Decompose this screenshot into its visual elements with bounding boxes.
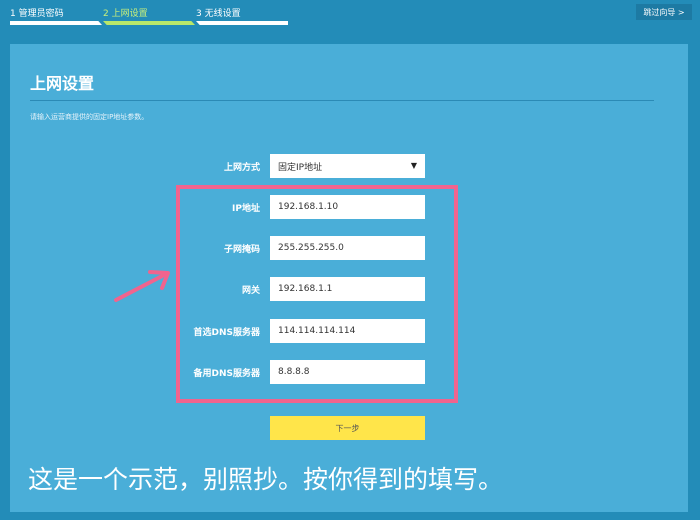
annotation-caption: 这是一个示范，别照抄。按你得到的填写。 <box>28 465 504 494</box>
mode-value: 固定IP地址 <box>278 162 323 173</box>
field-row: 备用DNS服务器 8.8.8.8 <box>10 360 688 384</box>
skip-wizard-button[interactable]: 跳过向导 > <box>636 4 692 20</box>
arrow-icon <box>114 270 170 302</box>
mode-row: 上网方式 固定IP地址 ▼ <box>10 154 688 178</box>
field-row: 子网掩码 255.255.255.0 <box>10 236 688 260</box>
divider <box>30 100 654 101</box>
step-3-bar <box>196 21 288 25</box>
primary-dns-input[interactable]: 114.114.114.114 <box>270 319 425 343</box>
ip-input[interactable]: 192.168.1.10 <box>270 195 425 219</box>
settings-panel: 上网设置 请输入运营商提供的固定IP地址参数。 上网方式 固定IP地址 ▼ IP地… <box>10 44 688 512</box>
ip-label: IP地址 <box>232 204 260 214</box>
mode-select[interactable]: 固定IP地址 ▼ <box>270 154 425 178</box>
step-3: 3 无线设置 <box>196 9 241 19</box>
gateway-input[interactable]: 192.168.1.1 <box>270 277 425 301</box>
next-button[interactable]: 下一步 <box>270 416 425 440</box>
step-1: 1 管理员密码 <box>10 9 64 19</box>
step-1-bar <box>10 21 102 25</box>
gateway-label: 网关 <box>241 286 260 296</box>
step-2-bar <box>103 21 195 25</box>
subnet-input[interactable]: 255.255.255.0 <box>270 236 425 260</box>
step-2: 2 上网设置 <box>103 9 148 19</box>
field-row: 首选DNS服务器 114.114.114.114 <box>10 319 688 343</box>
field-row: IP地址 192.168.1.10 <box>10 195 688 219</box>
subnet-label: 子网掩码 <box>223 245 260 255</box>
secondary-dns-label: 备用DNS服务器 <box>193 369 261 379</box>
dropdown-arrow-icon: ▼ <box>410 161 417 170</box>
mode-label: 上网方式 <box>223 163 260 173</box>
page-title: 上网设置 <box>30 74 95 93</box>
primary-dns-label: 首选DNS服务器 <box>193 328 261 338</box>
description: 请输入运营商提供的固定IP地址参数。 <box>30 113 149 121</box>
secondary-dns-input[interactable]: 8.8.8.8 <box>270 360 425 384</box>
